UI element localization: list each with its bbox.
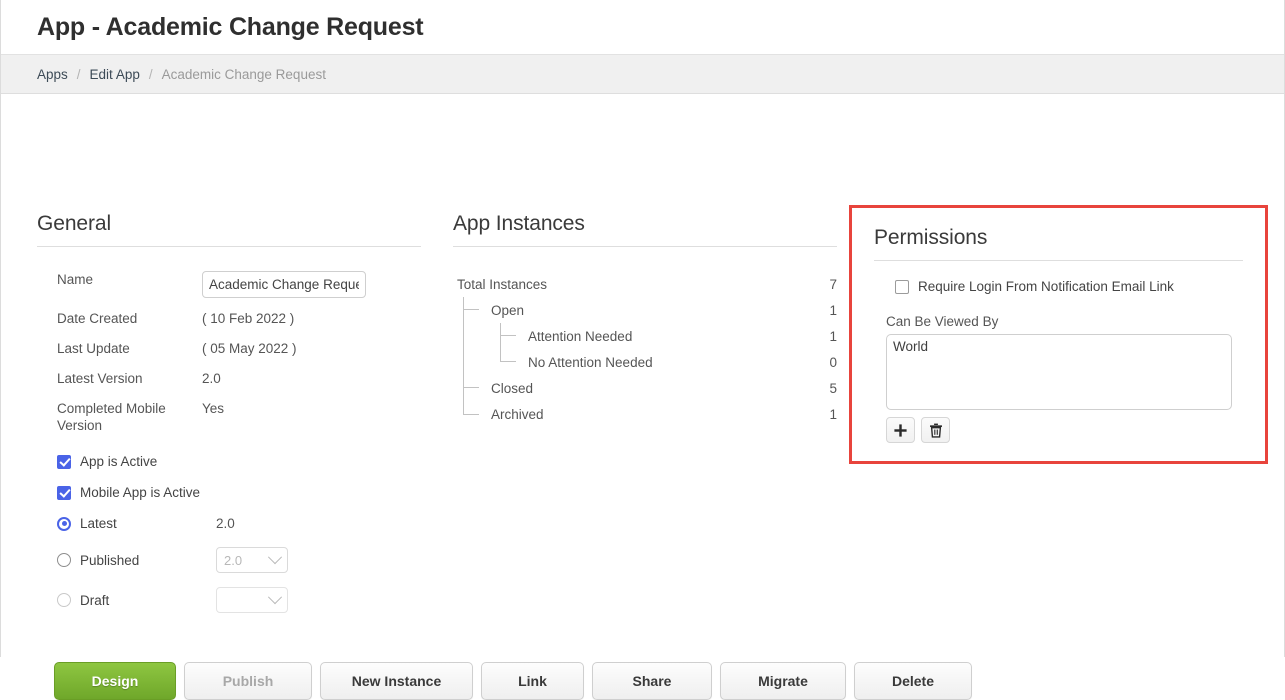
delete-button[interactable]: Delete [854, 662, 972, 700]
tree-label-archived: Archived [491, 406, 544, 422]
app-instances-section-title: App Instances [453, 212, 585, 235]
permissions-actions [886, 417, 1243, 443]
chevron-down-icon [267, 590, 283, 605]
tree-row-archived: Archived 1 [453, 401, 837, 427]
migrate-button[interactable]: Migrate [720, 662, 846, 700]
field-row-last-update: Last Update ( 05 May 2022 ) [37, 340, 421, 358]
field-value-date-created: ( 10 Feb 2022 ) [202, 311, 295, 326]
new-instance-button[interactable]: New Instance [320, 662, 473, 700]
mobile-app-is-active-label: Mobile App is Active [80, 485, 201, 500]
app-instances-section: App Instances Total Instances 7 Open 1 A… [453, 212, 837, 427]
field-value-latest-version: 2.0 [202, 371, 221, 386]
tree-row-attention-needed: Attention Needed 1 [453, 323, 837, 349]
permissions-inner: Permissions Require Login From Notificat… [852, 208, 1265, 443]
tree-count-closed: 5 [829, 380, 837, 396]
permissions-divider [874, 260, 1243, 261]
tree-row-closed: Closed 5 [453, 375, 837, 401]
tree-count-open: 1 [829, 302, 837, 318]
tree-row-open: Open 1 [453, 297, 837, 323]
trash-icon [929, 423, 942, 438]
field-row-completed-mobile-version: Completed Mobile Version Yes [37, 400, 421, 434]
breadcrumb-item-apps[interactable]: Apps [37, 67, 68, 82]
checkbox-row-app-is-active[interactable]: App is Active [37, 454, 421, 469]
tree-count-archived: 1 [829, 406, 837, 422]
can-be-viewed-by-label: Can Be Viewed By [886, 314, 999, 329]
title-bar: App - Academic Change Request [1, 0, 1284, 54]
app-details-page: App - Academic Change Request Apps / Edi… [0, 0, 1285, 700]
app-is-active-checkbox[interactable] [57, 454, 71, 469]
breadcrumb-separator: / [76, 66, 81, 82]
draft-radio-label: Draft [80, 592, 110, 608]
radio-row-published[interactable]: Published 2.0 [37, 547, 421, 573]
field-label-name: Name [57, 272, 94, 287]
tree-label-attention-needed: Attention Needed [528, 328, 633, 344]
field-label-last-update: Last Update [57, 341, 130, 356]
checkbox-row-require-login[interactable]: Require Login From Notification Email Li… [874, 279, 1243, 294]
tree-count-attention-needed: 1 [829, 328, 837, 344]
latest-radio[interactable] [57, 516, 71, 531]
permissions-section: Permissions Require Login From Notificat… [849, 205, 1268, 464]
design-button[interactable]: Design [54, 662, 176, 700]
draft-radio[interactable] [57, 593, 71, 607]
breadcrumb-item-edit-app[interactable]: Edit App [90, 67, 140, 82]
general-section-title: General [37, 212, 112, 235]
mobile-app-is-active-checkbox[interactable] [57, 485, 71, 500]
app-name-input[interactable] [202, 271, 366, 298]
plus-icon [894, 423, 907, 437]
share-button[interactable]: Share [592, 662, 712, 700]
radio-row-draft[interactable]: Draft [37, 587, 421, 613]
field-value-completed-mobile-version: Yes [202, 401, 225, 416]
page-title: App - Academic Change Request [37, 12, 424, 41]
field-row-latest-version: Latest Version 2.0 [37, 370, 421, 388]
add-viewer-button[interactable] [886, 417, 915, 443]
tree-count-no-attention-needed: 0 [829, 354, 837, 370]
radio-row-latest[interactable]: Latest 2.0 [37, 516, 421, 531]
published-radio[interactable] [57, 553, 71, 567]
published-radio-label: Published [80, 552, 140, 568]
require-login-label: Require Login From Notification Email Li… [918, 279, 1174, 294]
checkbox-row-mobile-app-is-active[interactable]: Mobile App is Active [37, 485, 421, 500]
instances-tree: Total Instances 7 Open 1 Attention Neede… [453, 271, 837, 427]
field-label-date-created: Date Created [57, 311, 138, 326]
general-divider [37, 246, 421, 247]
tree-label-total-instances: Total Instances [457, 276, 548, 292]
can-be-viewed-by-listbox[interactable]: World [886, 334, 1232, 410]
tree-count-total-instances: 7 [829, 276, 837, 292]
chevron-down-icon [267, 550, 283, 565]
delete-viewer-button[interactable] [921, 417, 950, 443]
field-row-date-created: Date Created ( 10 Feb 2022 ) [37, 310, 421, 328]
publish-button[interactable]: Publish [184, 662, 312, 700]
tree-row-total-instances: Total Instances 7 [453, 271, 837, 297]
breadcrumb-item-current: Academic Change Request [161, 66, 326, 82]
app-is-active-label: App is Active [80, 454, 158, 469]
app-instances-divider [453, 246, 837, 247]
latest-version-value: 2.0 [216, 516, 235, 531]
tree-row-no-attention-needed: No Attention Needed 0 [453, 349, 837, 375]
tree-label-no-attention-needed: No Attention Needed [528, 354, 653, 370]
field-value-last-update: ( 05 May 2022 ) [202, 341, 297, 356]
published-version-select[interactable]: 2.0 [216, 547, 288, 573]
published-version-select-value: 2.0 [224, 552, 243, 568]
field-label-latest-version: Latest Version [57, 371, 143, 386]
action-button-row: Design Publish New Instance Link Share M… [54, 662, 972, 700]
tree-label-open: Open [491, 302, 525, 318]
latest-radio-label: Latest [80, 516, 117, 531]
breadcrumb-separator: / [148, 66, 153, 82]
link-button[interactable]: Link [481, 662, 584, 700]
tree-label-closed: Closed [491, 380, 534, 396]
general-section: General Name Date Created ( 10 Feb 2022 … [37, 212, 421, 629]
permissions-section-title: Permissions [874, 226, 988, 249]
breadcrumb: Apps / Edit App / Academic Change Reques… [1, 54, 1284, 94]
draft-version-select[interactable] [216, 587, 288, 613]
list-item[interactable]: World [893, 339, 1225, 354]
require-login-checkbox[interactable] [895, 279, 909, 294]
field-row-name: Name [37, 271, 421, 298]
field-label-completed-mobile-version: Completed Mobile Version [57, 401, 166, 433]
